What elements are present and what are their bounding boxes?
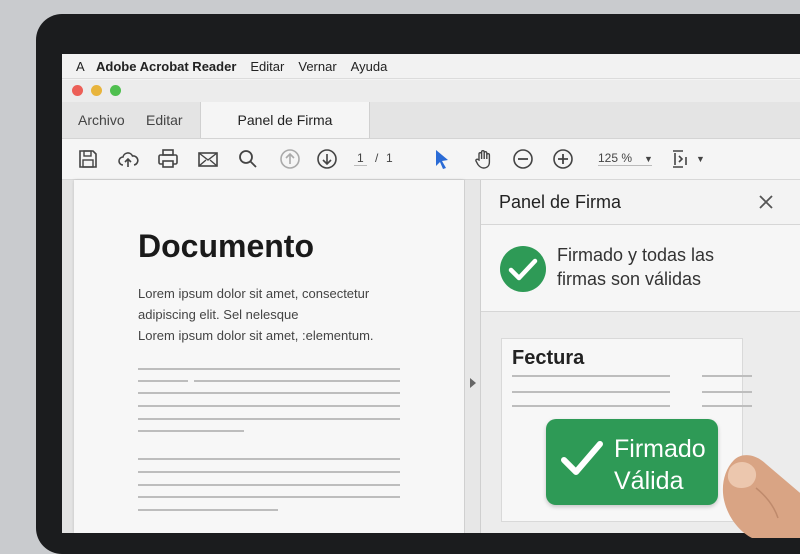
page-separator: / <box>375 151 379 165</box>
zoom-chevron-down-icon[interactable]: ▼ <box>644 154 653 164</box>
text-placeholder-line <box>138 405 400 407</box>
save-icon[interactable] <box>76 147 100 171</box>
minimize-window-button[interactable] <box>91 85 102 96</box>
check-circle-icon <box>500 246 546 292</box>
detail-placeholder-line <box>702 375 752 377</box>
email-icon[interactable] <box>196 147 220 171</box>
tab-bar: Archivo Editar Panel de Firma <box>62 102 800 139</box>
page-number-input[interactable]: 1 <box>354 151 367 166</box>
acrobat-logo-icon: A <box>76 58 85 74</box>
text-placeholder-line <box>138 471 400 473</box>
signature-status: Firmado y todas las firmas son válidas <box>481 225 800 312</box>
document-title: Documento <box>138 228 314 264</box>
signature-card[interactable]: Fectura Firmado Válida <box>501 338 752 522</box>
app-name[interactable]: Adobe Acrobat Reader <box>96 59 236 74</box>
hand-tool-icon[interactable] <box>472 147 496 171</box>
zoom-window-button[interactable] <box>110 85 121 96</box>
panel-title: Panel de Firma <box>499 192 622 212</box>
print-icon[interactable] <box>156 147 180 171</box>
tab-archivo[interactable]: Archivo <box>78 102 125 138</box>
page-up-icon[interactable] <box>278 147 302 171</box>
text-placeholder-line <box>138 484 400 486</box>
text-placeholder-line <box>138 496 400 498</box>
close-icon[interactable] <box>759 195 773 209</box>
close-window-button[interactable] <box>72 85 83 96</box>
fit-chevron-down-icon[interactable]: ▼ <box>696 154 705 164</box>
tab-editar[interactable]: Editar <box>146 102 183 138</box>
detail-placeholder-line <box>512 391 670 393</box>
status-line: Firmado y todas las <box>557 245 715 265</box>
collapse-arrow-icon[interactable] <box>470 378 476 388</box>
text-placeholder-line <box>138 509 278 511</box>
document-text-line: adipiscing elit. Sel nelesque <box>138 307 299 322</box>
page-down-icon[interactable] <box>315 147 339 171</box>
panel-splitter[interactable] <box>464 180 481 533</box>
detail-placeholder-line <box>512 405 670 407</box>
tab-panel-de-firma[interactable]: Panel de Firma <box>200 102 370 138</box>
detail-placeholder-line <box>512 375 670 377</box>
zoom-in-icon[interactable] <box>551 147 575 171</box>
signature-card-title: Fectura <box>512 347 585 369</box>
text-placeholder-line <box>138 368 400 370</box>
document-page: Documento Lorem ipsum dolor sit amet, co… <box>74 180 464 533</box>
badge-sublabel: Válida <box>614 467 684 495</box>
text-placeholder-line <box>138 418 400 420</box>
badge-label: Firmado <box>614 435 706 463</box>
status-message: Firmado y todas las firmas son válidas <box>557 243 777 291</box>
menu-ayuda[interactable]: Ayuda <box>351 59 388 74</box>
zoom-out-icon[interactable] <box>511 147 535 171</box>
menu-vernar[interactable]: Vernar <box>298 59 336 74</box>
toolbar: 1 / 1 125 % ▼ ▼ <box>62 139 800 180</box>
document-text-line: Lorem ipsum dolor sit amet, consectetur <box>138 286 370 301</box>
window-controls <box>62 80 800 102</box>
signature-valid-badge[interactable]: Firmado Válida <box>546 419 718 505</box>
panel-header: Panel de Firma <box>481 180 800 225</box>
app-window: A Adobe Acrobat Reader Editar Vernar Ayu… <box>62 54 800 533</box>
document-text-line: Lorem ipsum dolor sit amet, :elementum. <box>138 328 374 343</box>
search-icon[interactable] <box>236 147 260 171</box>
text-placeholder-line <box>138 430 244 432</box>
select-cursor-icon[interactable] <box>430 147 454 171</box>
checkmark-icon <box>561 441 603 475</box>
detail-placeholder-line <box>702 405 752 407</box>
page-total: 1 <box>386 151 393 165</box>
document-viewer[interactable]: Documento Lorem ipsum dolor sit amet, co… <box>62 180 480 533</box>
finger-touch <box>722 455 800 538</box>
status-line: firmas son válidas <box>557 269 702 289</box>
text-placeholder-line <box>138 380 188 382</box>
detail-placeholder-line <box>702 391 752 393</box>
text-placeholder-line <box>138 458 400 460</box>
fit-page-icon[interactable] <box>669 147 693 171</box>
text-placeholder-line <box>194 380 400 382</box>
text-placeholder-line <box>138 392 400 394</box>
menu-editar[interactable]: Editar <box>250 59 284 74</box>
cloud-upload-icon[interactable] <box>116 147 140 171</box>
menu-bar: A Adobe Acrobat Reader Editar Vernar Ayu… <box>62 54 800 79</box>
